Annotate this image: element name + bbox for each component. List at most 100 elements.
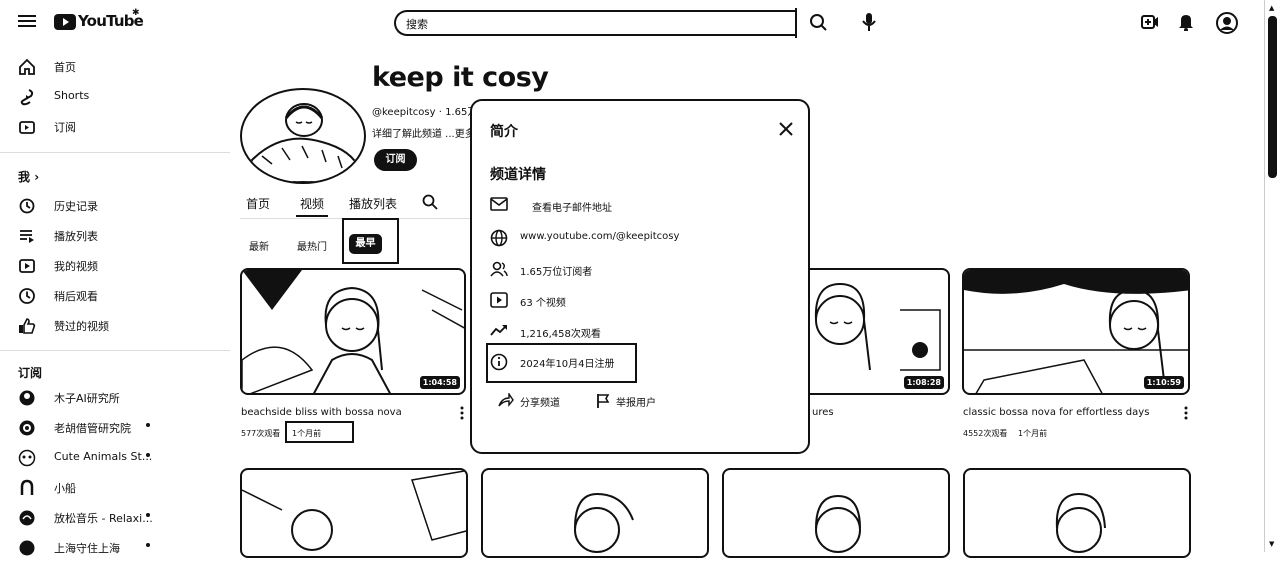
sidebar-item-subscriptions[interactable]: 订阅 (0, 112, 230, 142)
tab-home[interactable]: 首页 (246, 195, 270, 212)
sidebar-item-subscription[interactable]: 上海守住上海 (0, 533, 230, 563)
search-button[interactable] (798, 6, 840, 38)
sidebar-item-watch-later[interactable]: 稍后观看 (0, 281, 230, 311)
video-thumbnail[interactable]: 1:04:58 (240, 268, 466, 395)
new-content-dot (146, 453, 150, 457)
video-thumbnail[interactable] (963, 468, 1191, 558)
search-icon (810, 14, 827, 31)
sparkle-icon: ✱ (132, 8, 140, 18)
avatar[interactable] (1216, 12, 1238, 34)
subscribe-button[interactable]: 订阅 (374, 149, 417, 171)
menu-icon[interactable] (18, 13, 36, 29)
video-age: 1个月前 (1018, 429, 1048, 438)
joined-row: 2024年10月4日注册 (490, 350, 630, 374)
sidebar-item-subscription[interactable]: 老胡借管研究院 (0, 413, 230, 443)
subscriptions-icon (18, 118, 36, 136)
sidebar-item-subscription[interactable]: 小船 (0, 473, 230, 503)
report-label: 举报用户 (616, 398, 656, 409)
thumbnail-illustration (815, 494, 861, 553)
sidebar-item-label: 订阅 (54, 121, 76, 134)
email-row[interactable]: 查看电子邮件地址 (490, 194, 790, 218)
sidebar-item-liked[interactable]: 赞过的视频 (0, 311, 230, 341)
video-thumbnail[interactable]: 1:08:28 (790, 268, 950, 395)
thumbnail-illustration (574, 492, 634, 553)
about-dialog: 简介 频道详情 查看电子邮件地址 www.youtube.com/@keepit… (470, 99, 810, 454)
sidebar-item-label: 播放列表 (54, 230, 98, 243)
create-icon[interactable] (1141, 15, 1159, 29)
video-views: 577次观看 (241, 429, 281, 438)
scroll-down-icon[interactable]: ▼ (1269, 540, 1274, 548)
video-title[interactable]: ures (812, 407, 834, 418)
videos-row: 63 个视频 (490, 289, 790, 313)
sidebar-item-shorts[interactable]: Shorts (0, 82, 230, 112)
people-icon (490, 261, 508, 277)
tab-videos[interactable]: 视频 (300, 195, 324, 212)
history-icon (18, 197, 36, 215)
chip-popular[interactable]: 最热门 (297, 238, 327, 253)
video-thumbnail[interactable] (722, 468, 950, 558)
mic-icon[interactable] (862, 13, 876, 31)
chip-latest[interactable]: 最新 (249, 238, 269, 253)
sidebar-item-my-videos[interactable]: 我的视频 (0, 251, 230, 281)
scrollbar-thumb[interactable] (1268, 16, 1277, 178)
sidebar-item-label: Shorts (54, 89, 90, 102)
video-title[interactable]: classic bossa nova for effortless days (963, 407, 1149, 418)
share-icon (498, 393, 514, 407)
sidebar-item-subscription[interactable]: 放松音乐 - Relaxi... (0, 503, 230, 533)
more-options-icon[interactable] (460, 406, 464, 420)
new-content-dot (146, 543, 150, 547)
search-input[interactable]: 搜索 (394, 10, 796, 36)
video-icon (490, 292, 508, 308)
email-link[interactable]: 查看电子邮件地址 (532, 199, 612, 214)
subscriptions-section-header: 订阅 (18, 366, 43, 380)
sidebar-item-playlists[interactable]: 播放列表 (0, 221, 230, 251)
chip-oldest[interactable]: 最早 (349, 234, 382, 254)
dialog-title: 简介 (490, 124, 518, 140)
share-channel-button[interactable]: 分享频道 (498, 391, 578, 411)
tab-playlists[interactable]: 播放列表 (349, 195, 397, 212)
channel-avatar-icon (18, 539, 36, 557)
sidebar-item-label: 放松音乐 - Relaxi... (54, 512, 153, 525)
youtube-play-icon (54, 14, 76, 30)
channel-description[interactable]: 详细了解此频道 ...更多 (372, 125, 475, 140)
me-section-header[interactable]: 我 › (18, 168, 39, 185)
more-options-icon[interactable] (1184, 406, 1188, 420)
close-icon[interactable] (778, 121, 794, 137)
sidebar-divider (0, 152, 230, 153)
sidebar-item-label: 我的视频 (54, 260, 98, 273)
new-content-dot (146, 513, 150, 517)
sidebar-item-label: Cute Animals St... (54, 450, 153, 463)
report-user-button[interactable]: 举报用户 (596, 391, 676, 411)
channel-avatar-icon (18, 479, 36, 497)
sidebar-item-subscription[interactable]: Cute Animals St... (0, 443, 230, 473)
channel-avatar-icon (18, 389, 36, 407)
channel-url[interactable]: www.youtube.com/@keepitcosy (520, 231, 679, 242)
bell-icon[interactable] (1178, 13, 1194, 31)
video-thumbnail[interactable]: 1:10:59 (962, 268, 1190, 395)
page-scrollbar[interactable]: ▲ ▼ (1264, 0, 1280, 552)
channel-avatar (240, 88, 366, 184)
video-views: 4552次观看 (963, 429, 1008, 438)
chevron-right-icon: › (34, 170, 40, 184)
trend-icon (490, 323, 508, 337)
search-placeholder: 搜索 (406, 18, 428, 31)
sidebar-item-subscription[interactable]: 木子AI研究所 (0, 383, 230, 413)
video-title[interactable]: beachside bliss with bossa nova (241, 407, 402, 418)
video-thumbnail[interactable] (240, 468, 468, 558)
sidebar-item-history[interactable]: 历史记录 (0, 191, 230, 221)
info-icon (490, 353, 508, 371)
scroll-up-icon[interactable]: ▲ (1269, 4, 1274, 12)
sidebar-item-label: 首页 (54, 61, 76, 74)
sidebar-item-home[interactable]: 首页 (0, 52, 230, 82)
sidebar-item-label: 稍后观看 (54, 290, 98, 303)
my-videos-icon (18, 257, 36, 275)
channel-avatar-icon (18, 509, 36, 527)
top-bar: YouTube ✱ 搜索 (0, 0, 1264, 46)
tab-search-icon[interactable] (422, 194, 438, 210)
video-thumbnail[interactable] (481, 468, 709, 558)
sidebar-item-label: 老胡借管研究院 (54, 422, 131, 435)
channel-handle-stats: @keepitcosy · 1.65万 (372, 107, 478, 118)
share-label: 分享频道 (520, 398, 560, 409)
home-icon (18, 58, 36, 76)
video-duration: 1:08:28 (903, 376, 944, 389)
